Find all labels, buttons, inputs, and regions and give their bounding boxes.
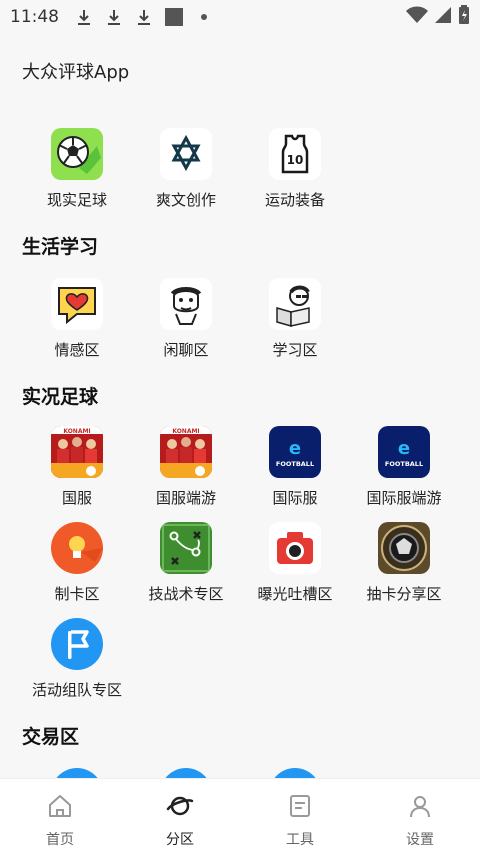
download-icon xyxy=(73,6,95,28)
flag-icon xyxy=(51,618,103,670)
nav-sections[interactable]: 分区 xyxy=(120,779,240,852)
konami-players-icon: KONAMI xyxy=(160,426,212,478)
efootball-icon: e FOOTBALL xyxy=(378,426,430,478)
tools-doc-icon xyxy=(287,793,313,823)
svg-text:FOOTBALL: FOOTBALL xyxy=(276,460,314,468)
category-cn-server[interactable]: KONAMI 国服 xyxy=(22,426,132,508)
home-icon xyxy=(47,793,73,823)
category-trade-item[interactable] xyxy=(131,768,241,778)
nav-tools-label: 工具 xyxy=(286,832,314,848)
card-coin-icon xyxy=(378,522,430,574)
person-icon xyxy=(407,793,433,823)
category-events-team[interactable]: 活动组队专区 xyxy=(22,618,132,700)
category-trade-item[interactable] xyxy=(22,768,132,778)
app-notification-icon xyxy=(163,6,185,28)
category-gacha-share[interactable]: 抽卡分享区 xyxy=(349,522,459,604)
download-icon xyxy=(133,6,155,28)
nav-settings[interactable]: 设置 xyxy=(360,779,480,852)
category-intl-server-pc[interactable]: e FOOTBALL 国际服端游 xyxy=(349,426,459,508)
signal-icon xyxy=(434,6,452,28)
jersey-icon: 10 xyxy=(269,128,321,180)
lightbulb-icon xyxy=(51,522,103,574)
category-real-football[interactable]: 现实足球 xyxy=(22,128,132,210)
category-sports-gear[interactable]: 10 运动装备 xyxy=(240,128,350,210)
section-title-pes: 实况足球 xyxy=(22,386,99,408)
nav-tools[interactable]: 工具 xyxy=(240,779,360,852)
category-cn-server-pc[interactable]: KONAMI 国服端游 xyxy=(131,426,241,508)
heart-bubble-icon xyxy=(51,278,103,330)
category-intl-server[interactable]: e FOOTBALL 国际服 xyxy=(240,426,350,508)
category-emotion[interactable]: 情感区 xyxy=(22,278,132,360)
nav-home-label: 首页 xyxy=(46,832,74,848)
category-list[interactable]: 现实足球 爽文创作 10 运动装备 生活学习 情感区 闲聊区 学习区 实况足球 … xyxy=(0,108,480,778)
section-title-life: 生活学习 xyxy=(22,236,99,258)
svg-text:KONAMI: KONAMI xyxy=(63,428,90,435)
section-title-trade: 交易区 xyxy=(22,726,80,748)
trade-icon xyxy=(51,768,103,778)
star-of-david-icon xyxy=(160,128,212,180)
category-trade-item[interactable] xyxy=(240,768,350,778)
reading-meme-icon xyxy=(269,278,321,330)
more-dot-icon xyxy=(193,6,215,28)
nav-settings-label: 设置 xyxy=(406,832,434,848)
nav-sections-label: 分区 xyxy=(166,832,194,848)
trade-icon xyxy=(269,768,321,778)
svg-text:e: e xyxy=(289,438,301,459)
svg-text:e: e xyxy=(398,438,410,459)
svg-text:10: 10 xyxy=(287,153,304,167)
wifi-icon xyxy=(406,6,428,28)
svg-text:KONAMI: KONAMI xyxy=(172,428,199,435)
nav-home[interactable]: 首页 xyxy=(0,779,120,852)
category-fiction-writing[interactable]: 爽文创作 xyxy=(131,128,241,210)
bottom-nav: 首页 分区 工具 设置 xyxy=(0,778,480,852)
category-exposure-rant[interactable]: 曝光吐槽区 xyxy=(240,522,350,604)
konami-players-icon: KONAMI xyxy=(51,426,103,478)
status-time: 11:48 xyxy=(10,7,59,27)
efootball-icon: e FOOTBALL xyxy=(269,426,321,478)
app-title: 大众评球App xyxy=(22,62,130,83)
status-bar: 11:48 xyxy=(0,0,480,34)
battery-icon xyxy=(458,5,470,29)
category-card-making[interactable]: 制卡区 xyxy=(22,522,132,604)
category-study[interactable]: 学习区 xyxy=(240,278,350,360)
camera-icon xyxy=(269,522,321,574)
trade-icon xyxy=(160,768,212,778)
download-icon xyxy=(103,6,125,28)
svg-text:FOOTBALL: FOOTBALL xyxy=(385,460,423,468)
soccer-ball-icon xyxy=(51,128,103,180)
category-chat[interactable]: 闲聊区 xyxy=(131,278,241,360)
meme-face-icon xyxy=(160,278,212,330)
category-tactics[interactable]: 技战术专区 xyxy=(131,522,241,604)
planet-icon xyxy=(166,793,194,823)
tactics-board-icon xyxy=(160,522,212,574)
